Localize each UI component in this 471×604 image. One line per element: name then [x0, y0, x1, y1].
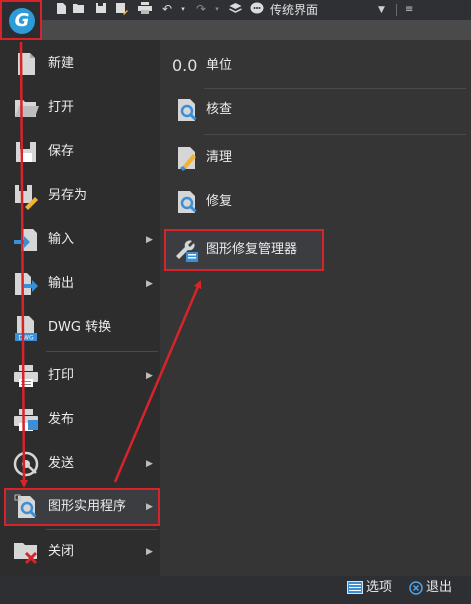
dwg-convert-icon: DWG [12, 314, 40, 342]
application-menu-button[interactable]: G [0, 0, 42, 40]
menu-item-label: 输出 [48, 276, 75, 291]
submenu-divider [204, 134, 466, 135]
application-menu: 新建 打开 保存 另存为 输入 ▶ 输出 ▶ DWG DWG 转换 打印 ▶ 发… [0, 40, 471, 576]
menu-item-import[interactable]: 输入 ▶ [8, 218, 158, 262]
save-as-icon [12, 182, 40, 210]
submenu-arrow-icon: ▶ [146, 502, 153, 512]
import-icon [12, 226, 40, 254]
exit-label: 退出 [426, 580, 453, 595]
menu-item-drawing-utilities[interactable]: 图形实用程序 ▶ [8, 485, 158, 529]
publish-icon [12, 406, 40, 434]
drawing-utilities-icon [12, 493, 40, 521]
open-icon[interactable] [72, 2, 86, 17]
options-icon [347, 581, 363, 594]
menu-item-label: 打开 [48, 100, 75, 115]
chevron-down-icon[interactable]: ▼ [378, 2, 385, 18]
menu-item-label: 输入 [48, 232, 75, 247]
send-icon [12, 450, 40, 478]
menu-item-save-as[interactable]: 另存为 [8, 174, 158, 218]
menu-footer: 选项 退出 [0, 576, 471, 604]
app-logo-icon: G [9, 8, 35, 34]
audit-icon [172, 96, 200, 124]
quick-access-toolbar: ↶ ▾ ↷ ▾ 传统界面 ▼ ≡ [0, 0, 471, 20]
submenu-item-units[interactable]: 0.0 单位 [164, 44, 469, 88]
redo-icon[interactable]: ↷ [194, 2, 208, 17]
submenu-item-recover[interactable]: 修复 [164, 180, 469, 224]
units-icon: 0.0 [172, 56, 198, 75]
printer-icon [12, 362, 40, 390]
submenu-item-audit[interactable]: 核查 [164, 88, 469, 132]
menu-item-label: 发送 [48, 456, 75, 471]
submenu-arrow-icon: ▶ [146, 279, 153, 289]
menu-item-dwg-convert[interactable]: DWG DWG 转换 [8, 306, 158, 350]
submenu-panel: 0.0 单位 核查 清理 修复 图形修复管理器 [160, 40, 471, 576]
chat-icon[interactable] [250, 2, 264, 17]
open-folder-icon [12, 94, 40, 122]
options-button[interactable]: 选项 [347, 576, 392, 600]
submenu-arrow-icon: ▶ [146, 459, 153, 469]
submenu-item-label: 单位 [206, 58, 233, 73]
menu-item-label: DWG 转换 [48, 320, 112, 335]
menu-item-label: 关闭 [48, 544, 75, 559]
menu-item-label: 图形实用程序 [48, 499, 127, 514]
menu-item-send[interactable]: 发送 ▶ [8, 442, 158, 486]
menu-item-close[interactable]: 关闭 ▶ [8, 530, 158, 574]
submenu-arrow-icon: ▶ [146, 547, 153, 557]
layers-icon[interactable] [228, 2, 242, 17]
menu-item-new[interactable]: 新建 [8, 42, 158, 86]
toolbar-divider [396, 4, 397, 16]
submenu-item-drawing-recovery-manager[interactable]: 图形修复管理器 [164, 228, 469, 272]
save-as-icon[interactable] [114, 2, 128, 17]
purge-icon [172, 144, 200, 172]
svg-text:DWG: DWG [18, 335, 34, 342]
workspace-selector[interactable]: 传统界面 [270, 2, 318, 18]
menu-item-save[interactable]: 保存 [8, 130, 158, 174]
menu-item-label: 另存为 [48, 188, 88, 203]
menu-item-label: 发布 [48, 412, 75, 427]
submenu-item-label: 清理 [206, 150, 233, 165]
submenu-arrow-icon: ▶ [146, 235, 153, 245]
menu-item-open[interactable]: 打开 [8, 86, 158, 130]
menu-item-publish[interactable]: 发布 [8, 398, 158, 442]
customize-toolbar-icon[interactable]: ≡ [405, 2, 413, 18]
exit-button[interactable]: 退出 [409, 576, 452, 600]
submenu-item-label: 图形修复管理器 [206, 242, 298, 257]
save-icon[interactable] [94, 2, 108, 17]
recover-icon [172, 188, 200, 216]
menu-left-column: 新建 打开 保存 另存为 输入 ▶ 输出 ▶ DWG DWG 转换 打印 ▶ 发… [0, 40, 160, 576]
menu-divider [46, 351, 158, 352]
menu-item-label: 保存 [48, 144, 75, 159]
redo-dropdown-icon[interactable]: ▾ [210, 2, 224, 17]
wrench-list-icon [172, 236, 200, 264]
close-circle-icon [409, 580, 423, 595]
export-icon [12, 270, 40, 298]
print-icon[interactable] [138, 2, 152, 17]
menu-item-print[interactable]: 打印 ▶ [8, 354, 158, 398]
submenu-item-purge[interactable]: 清理 [164, 136, 469, 180]
new-file-icon [12, 50, 40, 78]
close-file-icon [12, 538, 40, 566]
menu-item-export[interactable]: 输出 ▶ [8, 262, 158, 306]
new-icon[interactable] [54, 2, 68, 17]
save-disk-icon [12, 138, 40, 166]
menu-item-label: 新建 [48, 56, 75, 71]
options-label: 选项 [366, 580, 393, 595]
undo-icon[interactable]: ↶ [160, 2, 174, 17]
submenu-arrow-icon: ▶ [146, 371, 153, 381]
undo-dropdown-icon[interactable]: ▾ [176, 2, 190, 17]
submenu-item-label: 修复 [206, 194, 233, 209]
menu-item-label: 打印 [48, 368, 75, 383]
submenu-item-label: 核查 [206, 102, 233, 117]
